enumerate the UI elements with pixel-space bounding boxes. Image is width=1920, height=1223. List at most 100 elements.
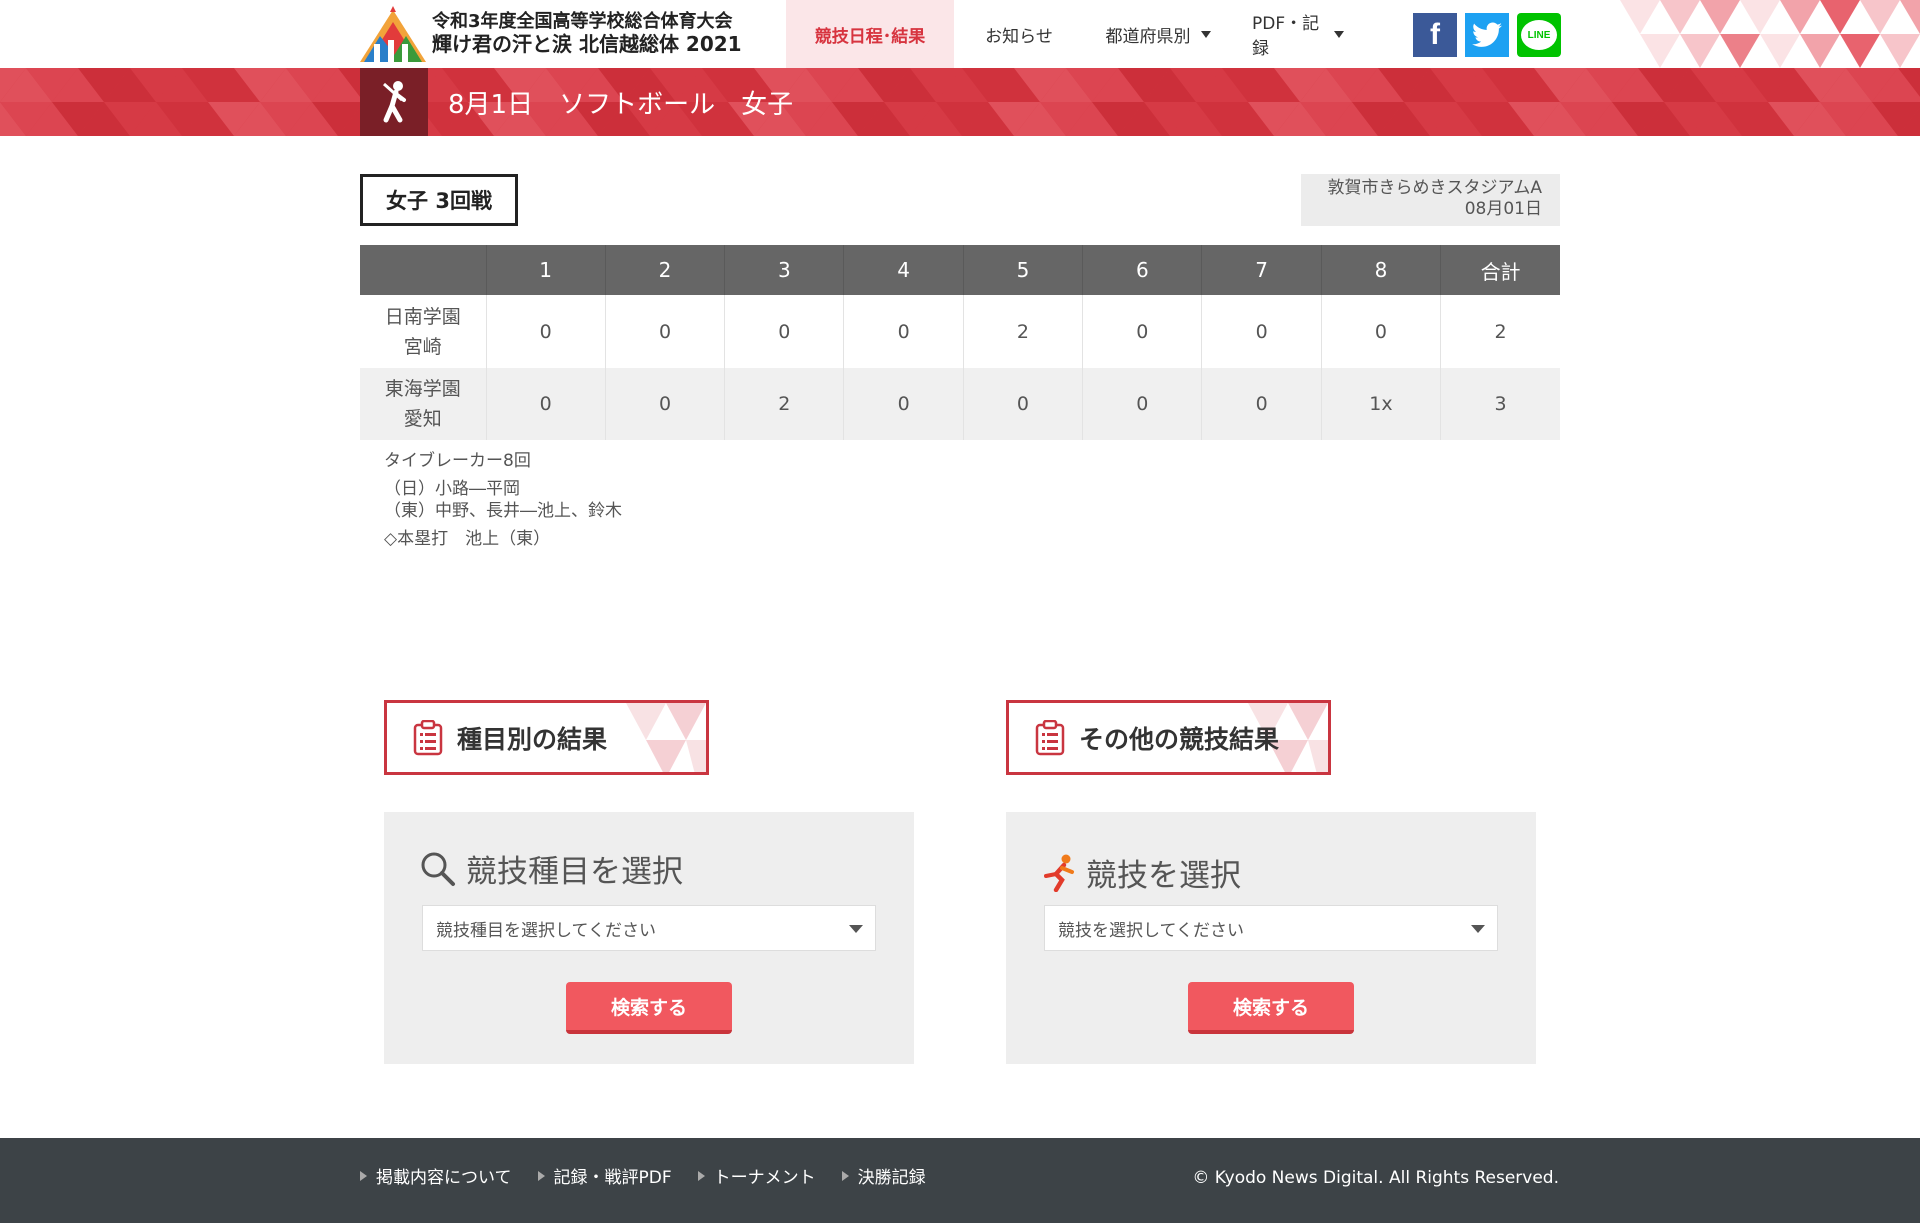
header-inning-8: 8 [1320,245,1441,295]
header-inning-7: 7 [1201,245,1322,295]
footer-link-about[interactable]: 掲載内容について [360,1163,512,1188]
page-title-band: 8月1日 ソフトボール 女子 [0,68,1920,136]
triangle-right-icon [841,1170,849,1181]
inning-score: 0 [1082,368,1202,440]
panel-heading-text: 競技種目を選択 [466,854,683,890]
event-search-panel: 競技種目を選択 競技種目を選択してください 検索する [384,812,914,1064]
team-name: 東海学園 [384,378,461,400]
sport-search-button[interactable]: 検索する [1188,982,1354,1034]
scoreboard-header-row: 1 2 3 4 5 6 7 8 合計 [360,245,1560,295]
nav-prefectures-label: 都道府県別 [1105,26,1191,47]
social-share: f LINE [1413,13,1561,57]
inning-score: 0 [962,368,1083,440]
site-logo[interactable]: 令和3年度全国高等学校総合体育大会 輝け君の汗と涙 北信越総体 2021 [360,6,742,62]
triangle-right-icon [360,1170,367,1181]
header-total: 合計 [1440,245,1560,295]
batter-figure-icon [383,81,406,123]
line-icon[interactable]: LINE [1517,13,1561,57]
scoreboard-table: 1 2 3 4 5 6 7 8 合計 日南学園 宮崎 0 0 0 0 2 0 0 … [360,245,1560,440]
inning-score: 2 [724,368,844,440]
header-inning-3: 3 [724,245,844,295]
softball-batter-icon [360,68,428,136]
team-prefecture: 愛知 [403,408,442,430]
event-search-button[interactable]: 検索する [566,982,732,1034]
nav-prefectures[interactable]: 都道府県別 [1084,0,1232,68]
inning-score: 0 [843,368,964,440]
header-inning-2: 2 [604,245,725,295]
round-label: 女子 3回戦 [360,174,518,226]
triangle-right-icon [697,1170,705,1181]
venue-info: 敦賀市きらめきスタジアムA 08月01日 [1301,174,1560,226]
panel-heading: 競技種目を選択 [420,846,683,891]
sport-select[interactable]: 競技を選択してください [1044,905,1498,951]
footer-links: 掲載内容について 記録・戦評PDF トーナメント 決勝記録 [360,1138,952,1213]
clipboard-icon [1035,719,1065,755]
header-team-cell [360,245,486,295]
inning-score: 0 [1320,295,1441,368]
line-glyph: LINE [1521,20,1557,50]
panel-heading-text: 競技を選択 [1086,858,1241,894]
panel-heading: 競技を選択 [1042,850,1241,895]
sport-search-panel: 競技を選択 競技を選択してください 検索する [1006,812,1536,1064]
total-score: 3 [1440,368,1560,440]
inning-score: 1x [1320,368,1441,440]
inning-score: 0 [604,368,725,440]
nav-pdf-records-label: PDF・記録 [1252,14,1320,59]
battery-note-1: （日）小路―平岡 [384,479,520,499]
footer-link-label: 決勝記録 [857,1168,926,1188]
chevron-down-icon [1334,30,1344,38]
homerun-note: ◇本塁打 池上（東） [384,529,551,549]
inning-score: 0 [1201,368,1322,440]
footer-link-label: 掲載内容について [376,1168,512,1188]
clipboard-icon [413,719,443,755]
footer-link-tournament[interactable]: トーナメント [697,1163,816,1188]
band-triangle-pattern [0,68,1920,136]
twitter-bird-icon [1472,22,1502,47]
header-inning-4: 4 [843,245,964,295]
nav-news-label: お知らせ [985,26,1053,47]
nav-schedule-results-label: 競技日程･結果 [814,26,926,47]
footer-link-label: 記録・戦評PDF [553,1168,672,1188]
inning-score: 0 [724,295,844,368]
tiebreaker-note: タイブレーカー8回 [384,451,531,471]
footer-link-pdf[interactable]: 記録・戦評PDF [537,1163,672,1188]
chevron-down-icon [849,925,863,933]
nav-pdf-records[interactable]: PDF・記録 [1232,0,1364,68]
header-inning-5: 5 [962,245,1083,295]
inning-score: 0 [485,368,606,440]
inning-score: 0 [604,295,725,368]
nav-schedule-results[interactable]: 競技日程･結果 [786,0,954,68]
sport-select-placeholder: 競技を選択してください [1058,920,1244,941]
copyright: © Kyodo News Digital. All Rights Reserve… [1192,1168,1559,1188]
header-triangle-decoration [1620,0,1920,68]
inning-score: 2 [962,295,1083,368]
section-title-event-results: 種目別の結果 [384,700,709,775]
logo-mark-icon [360,6,426,62]
game-notes: タイブレーカー8回 （日）小路―平岡 （東）中野、長井―池上、鈴木 ◇本塁打 池… [384,450,622,550]
inning-score: 0 [485,295,606,368]
twitter-icon[interactable] [1465,13,1509,57]
venue-name: 敦賀市きらめきスタジアムA [1327,178,1542,198]
section-title-other-results: その他の競技結果 [1006,700,1331,775]
site-footer: 掲載内容について 記録・戦評PDF トーナメント 決勝記録 © Kyodo Ne… [0,1138,1920,1223]
runner-icon [1044,854,1074,892]
event-select[interactable]: 競技種目を選択してください [422,905,876,951]
footer-link-finals[interactable]: 決勝記録 [841,1163,926,1188]
section-title-text: 種目別の結果 [457,724,608,754]
battery-note-2: （東）中野、長井―池上、鈴木 [384,501,622,521]
section-title-text: その他の競技結果 [1079,724,1280,754]
triangle-right-icon [537,1170,545,1181]
table-row: 日南学園 宮崎 0 0 0 0 2 0 0 0 2 [360,295,1560,368]
footer-link-label: トーナメント [713,1168,816,1188]
table-row: 東海学園愛知 0 0 2 0 0 0 0 1x 3 [360,368,1560,440]
team-name: 日南学園 [384,305,461,328]
chevron-down-icon [1471,925,1485,933]
inning-score: 0 [843,295,964,368]
search-icon [421,852,455,886]
inning-score: 0 [1082,295,1202,368]
facebook-icon[interactable]: f [1413,13,1457,57]
team-prefecture: 宮崎 [403,335,442,358]
nav-news[interactable]: お知らせ [954,0,1084,68]
event-select-placeholder: 競技種目を選択してください [436,920,656,941]
team-cell: 東海学園 愛知 [360,368,486,440]
